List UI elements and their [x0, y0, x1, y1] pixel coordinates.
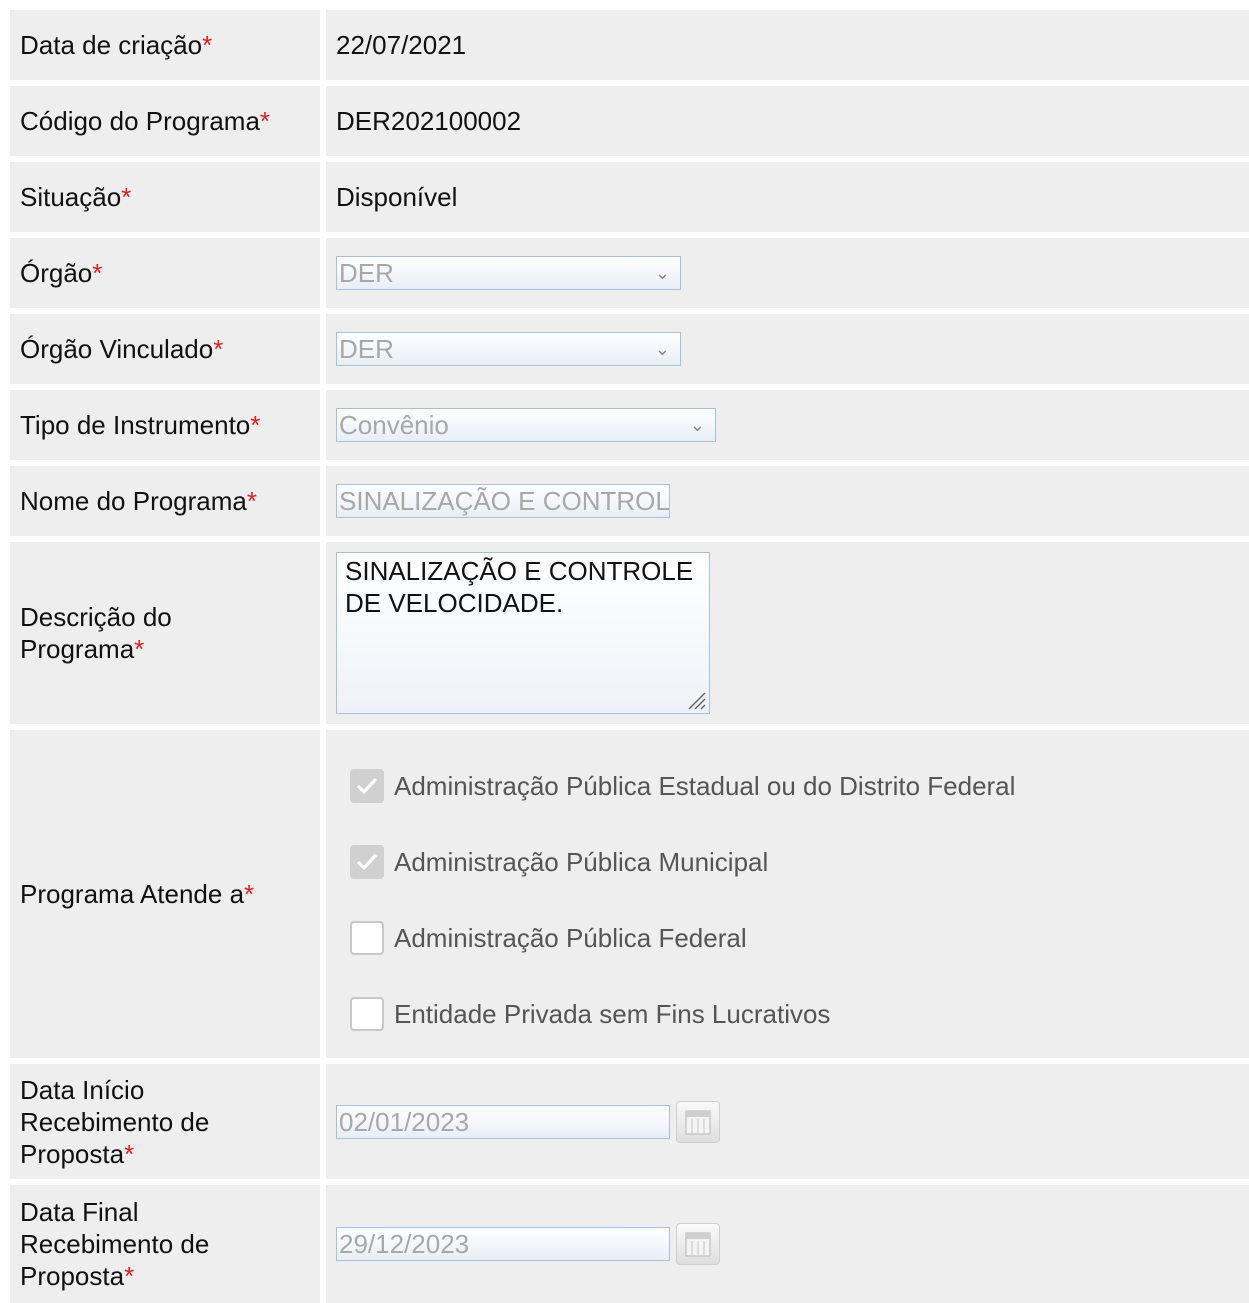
row-orgao-vinculado: Órgão Vinculado * DER ⌄ — [10, 314, 1249, 384]
orgao-vinculado-select[interactable]: DER ⌄ — [336, 332, 681, 366]
label-tipo-instrumento: Tipo de Instrumento * — [10, 390, 320, 460]
chevron-down-icon: ⌄ — [689, 415, 705, 435]
calendar-button[interactable] — [676, 1223, 720, 1265]
value-cell: SINALIZAÇÃO E CONTROLE DE VELOCIDADE. — [326, 466, 1249, 536]
descricao-programa-textarea[interactable]: SINALIZAÇÃO E CONTROLE DE VELOCIDADE. — [336, 552, 710, 714]
chevron-down-icon: ⌄ — [654, 263, 670, 283]
checkmark-icon — [356, 853, 378, 871]
calendar-button[interactable] — [676, 1100, 720, 1143]
value-cell: DER ⌄ — [326, 238, 1249, 308]
value-cell: Convênio ⌄ — [326, 390, 1249, 460]
label-programa-atende: Programa Atende a * — [10, 730, 320, 1058]
label-data-criacao: Data de criação * — [10, 10, 320, 80]
value-cell: DER ⌄ — [326, 314, 1249, 384]
value-cell: Administração Pública Estadual ou do Dis… — [326, 730, 1249, 1058]
data-inicio-input[interactable]: 02/01/2023 — [336, 1104, 670, 1139]
orgao-select[interactable]: DER ⌄ — [336, 256, 681, 290]
checkbox[interactable] — [350, 769, 384, 803]
checkbox[interactable] — [350, 997, 384, 1031]
data-final-input[interactable]: 29/12/2023 — [336, 1227, 670, 1261]
row-data-inicio: Data Início Recebimento de Proposta* 02/01… — [10, 1064, 1249, 1179]
value-cell: 22/07/2021 — [326, 10, 1249, 80]
row-orgao: Órgão * DER ⌄ — [10, 238, 1249, 308]
label-descricao-programa: Descrição do Programa* — [10, 542, 320, 724]
row-tipo-instrumento: Tipo de Instrumento * Convênio ⌄ — [10, 390, 1249, 460]
checkbox-option[interactable]: Entidade Privada sem Fins Lucrativos — [350, 976, 1015, 1052]
data-final-datepicker: 29/12/2023 — [336, 1223, 720, 1265]
codigo-programa-value: DER202100002 — [336, 105, 522, 136]
label-situacao: Situação * — [10, 162, 320, 232]
label-orgao-vinculado: Órgão Vinculado * — [10, 314, 320, 384]
situacao-value: Disponível — [336, 181, 458, 212]
label-codigo-programa: Código do Programa * — [10, 86, 320, 156]
value-cell: 29/12/2023 — [326, 1185, 1249, 1303]
checkbox-option[interactable]: Administração Pública Estadual ou do Dis… — [350, 748, 1015, 824]
checkbox-label: Entidade Privada sem Fins Lucrativos — [394, 998, 831, 1029]
label-nome-programa: Nome do Programa * — [10, 466, 320, 536]
row-nome-programa: Nome do Programa* SINALIZAÇÃO E CONTROLE… — [10, 466, 1249, 536]
checkbox[interactable] — [350, 921, 384, 955]
row-data-final: Data Final Recebimento de Proposta* 29/12/… — [10, 1185, 1249, 1303]
calendar-icon — [685, 1232, 711, 1257]
data-inicio-datepicker: 02/01/2023 — [336, 1100, 720, 1143]
resize-grip-icon[interactable] — [683, 687, 707, 711]
nome-programa-input[interactable]: SINALIZAÇÃO E CONTROLE DE VELOCIDADE. — [336, 484, 670, 518]
row-descricao-programa: Descrição do Programa* SINALIZAÇÃO E CONT… — [10, 542, 1249, 724]
row-situacao: Situação * Disponível — [10, 162, 1249, 232]
value-cell: Disponível — [326, 162, 1249, 232]
checkbox-label: Administração Pública Estadual ou do Dis… — [394, 770, 1016, 801]
checkbox-option[interactable]: Administração Pública Municipal — [350, 824, 1015, 900]
row-codigo-programa: Código do Programa * DER202100002 — [10, 86, 1249, 156]
row-data-criacao: Data de criação * 22/07/2021 — [10, 10, 1249, 80]
label-data-inicio: Data Início Recebimento de Proposta* — [10, 1064, 320, 1179]
checkmark-icon — [356, 777, 378, 795]
label-data-final: Data Final Recebimento de Proposta* — [10, 1185, 320, 1303]
calendar-icon — [685, 1110, 711, 1134]
chevron-down-icon: ⌄ — [654, 339, 670, 359]
checkbox-label: Administração Pública Municipal — [394, 846, 769, 877]
tipo-instrumento-select[interactable]: Convênio ⌄ — [336, 408, 716, 442]
value-cell: 02/01/2023 — [326, 1064, 1249, 1179]
checkbox[interactable] — [350, 845, 384, 879]
checkbox-label: Administração Pública Federal — [394, 922, 747, 953]
program-form: Data de criação * 22/07/2021 Código do Pr… — [10, 10, 1249, 1303]
checkbox-option[interactable]: Administração Pública Federal — [350, 900, 1015, 976]
value-cell: DER202100002 — [326, 86, 1249, 156]
programa-atende-checkbox-group: Administração Pública Estadual ou do Dis… — [336, 730, 1015, 1070]
value-cell: SINALIZAÇÃO E CONTROLE DE VELOCIDADE. — [326, 542, 1249, 724]
label-orgao: Órgão * — [10, 238, 320, 308]
row-programa-atende: Programa Atende a * Administração Pública… — [10, 730, 1249, 1058]
data-criacao-value: 22/07/2021 — [336, 29, 467, 60]
